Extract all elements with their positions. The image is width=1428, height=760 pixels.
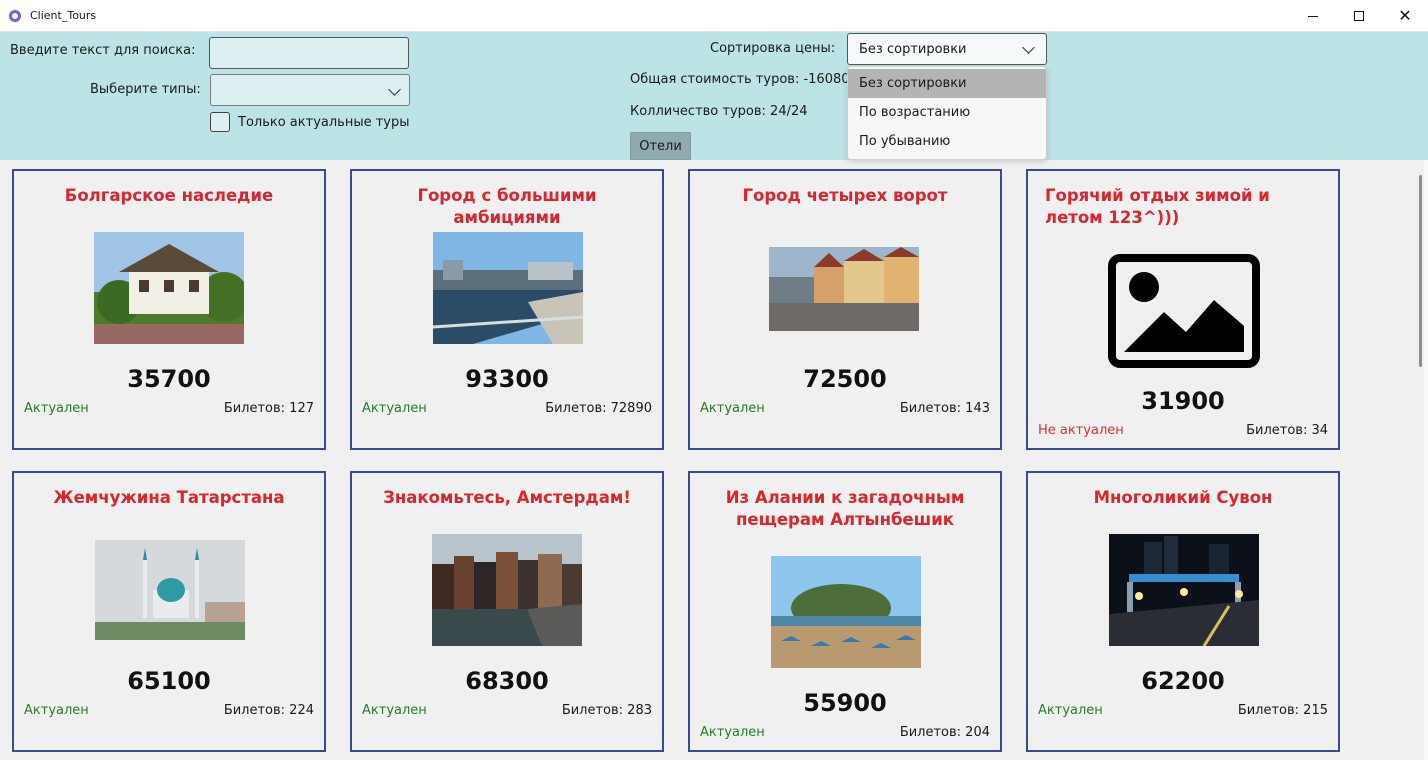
- sort-selected-value: Без сортировки: [859, 42, 967, 57]
- sort-option-descending[interactable]: По убыванию: [848, 127, 1046, 156]
- tour-image: [94, 232, 244, 344]
- tour-image: [95, 540, 245, 640]
- app-icon: [9, 10, 21, 22]
- tour-status: Актуален: [1038, 703, 1103, 718]
- types-select[interactable]: [210, 74, 410, 106]
- tour-status: Не актуален: [1038, 423, 1124, 438]
- tour-image: [432, 534, 582, 646]
- hotels-button[interactable]: Отели: [630, 132, 691, 160]
- tour-card[interactable]: Болгарское наследие 35700 Актуален Билет…: [12, 169, 326, 450]
- tour-price: 31900: [1141, 387, 1225, 415]
- tour-tickets: Билетов: 224: [223, 703, 314, 718]
- tour-image: [1109, 534, 1259, 646]
- actual-only-label: Только актуальные туры: [238, 115, 410, 130]
- vertical-scrollbar[interactable]: [1419, 175, 1422, 367]
- tour-tickets: Билетов: 34: [1246, 423, 1328, 438]
- tour-status: Актуален: [362, 703, 427, 718]
- tour-card[interactable]: Жемчужина Татарстана 65100 Актуален Биле…: [12, 471, 326, 752]
- tour-status: Актуален: [700, 725, 765, 740]
- tour-title: Город с большими амбициями: [417, 186, 597, 227]
- tour-card[interactable]: Город с большими амбициями 93300 Актуале…: [350, 169, 664, 450]
- tour-price: 93300: [465, 365, 549, 393]
- tour-card[interactable]: Из Алании к загадочным пещерам Алтынбеши…: [688, 471, 1002, 752]
- sort-option-ascending[interactable]: По возрастанию: [848, 98, 1046, 127]
- tour-price: 72500: [803, 365, 887, 393]
- search-input[interactable]: [209, 37, 409, 69]
- title-bar: Client_Tours ✕: [0, 0, 1428, 32]
- filter-panel: Введите текст для поиска: Выберите типы:…: [0, 32, 1428, 160]
- tour-status: Актуален: [24, 401, 89, 416]
- chevron-down-icon: [1022, 41, 1035, 54]
- tour-price: 62200: [1141, 667, 1225, 695]
- tour-image: [771, 556, 921, 668]
- tour-card[interactable]: Город четырех ворот 72500 Актуален Билет…: [688, 169, 1002, 450]
- tour-image: [769, 247, 919, 331]
- minimize-icon: [1308, 15, 1318, 17]
- total-cost-text: Общая стоимость туров: -16080: [630, 72, 850, 87]
- tour-image: [433, 232, 583, 344]
- tour-tickets: Билетов: 215: [1237, 703, 1328, 718]
- tour-count-text: Колличество туров: 24/24: [630, 104, 808, 119]
- types-label: Выберите типы:: [90, 82, 201, 97]
- tour-title: Знакомьтесь, Амстердам!: [383, 488, 631, 507]
- tour-card[interactable]: Знакомьтесь, Амстердам! 68300 Актуален Б…: [350, 471, 664, 752]
- tour-tickets: Билетов: 204: [899, 725, 990, 740]
- sort-label: Сортировка цены:: [710, 41, 836, 56]
- minimize-button[interactable]: [1290, 0, 1336, 32]
- chevron-down-icon: [388, 83, 401, 96]
- sort-option-none[interactable]: Без сортировки: [848, 69, 1046, 98]
- maximize-button[interactable]: [1336, 0, 1382, 32]
- tour-price: 35700: [127, 365, 211, 393]
- image-placeholder-icon: [1108, 254, 1260, 368]
- tour-price: 68300: [465, 667, 549, 695]
- maximize-icon: [1354, 11, 1364, 21]
- window-edge: [1424, 160, 1428, 760]
- sort-select[interactable]: Без сортировки: [847, 33, 1047, 65]
- tour-tickets: Билетов: 72890: [545, 401, 652, 416]
- window-title: Client_Tours: [30, 9, 97, 22]
- tour-title: Многоликий Сувон: [1093, 488, 1273, 507]
- tour-card[interactable]: Горячий отдых зимой и летом 123^))) 3190…: [1026, 169, 1340, 450]
- tour-tickets: Билетов: 283: [561, 703, 652, 718]
- tour-status: Актуален: [24, 703, 89, 718]
- tour-status: Актуален: [700, 401, 765, 416]
- tour-status: Актуален: [362, 401, 427, 416]
- sort-dropdown-list: Без сортировки По возрастанию По убывани…: [847, 66, 1047, 160]
- close-button[interactable]: ✕: [1382, 0, 1428, 32]
- tour-price: 65100: [127, 667, 211, 695]
- tour-title: Болгарское наследие: [64, 186, 274, 205]
- tour-tickets: Билетов: 143: [899, 401, 990, 416]
- close-icon: ✕: [1398, 6, 1412, 25]
- tour-price: 55900: [803, 689, 887, 717]
- tour-title: Жемчужина Татарстана: [53, 488, 285, 507]
- actual-only-checkbox[interactable]: [210, 112, 230, 132]
- tour-title: Горячий отдых зимой и летом 123^))): [1045, 186, 1270, 227]
- tour-card[interactable]: Многоликий Сувон 62200 Актуален Билетов:…: [1026, 471, 1340, 752]
- tour-title: Из Алании к загадочным пещерам Алтынбеши…: [725, 488, 965, 529]
- search-label: Введите текст для поиска:: [10, 43, 196, 58]
- tour-tickets: Билетов: 127: [223, 401, 314, 416]
- tour-title: Город четырех ворот: [742, 186, 948, 205]
